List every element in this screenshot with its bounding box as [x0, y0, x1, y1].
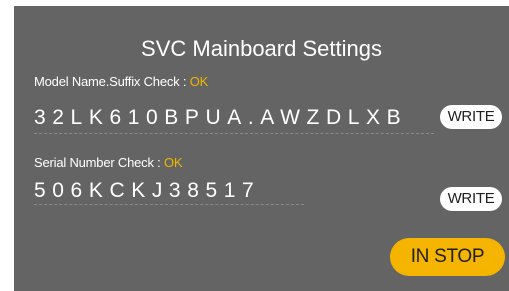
serial-write-button[interactable]: WRITE — [440, 187, 502, 211]
model-name-value: 32LK610BPUA.AWZDLXB — [34, 106, 408, 129]
dialog-title: SVC Mainboard Settings — [141, 36, 382, 61]
serial-number-check-label: Serial Number Check : — [34, 155, 164, 170]
model-write-button[interactable]: WRITE — [440, 105, 502, 129]
serial-number-underline — [34, 204, 304, 205]
model-name-status: OK — [189, 74, 209, 89]
model-name-underline — [34, 133, 434, 134]
serial-number-check-row: Serial Number Check : OK — [34, 155, 183, 170]
model-name-check-row: Model Name.Suffix Check : OK — [34, 74, 208, 89]
model-name-check-label: Model Name.Suffix Check : — [34, 74, 190, 89]
serial-number-value: 506KCKJ38517 — [34, 179, 261, 202]
serial-number-status: OK — [163, 155, 183, 170]
in-stop-button[interactable]: IN STOP — [390, 238, 505, 276]
svc-settings-dialog: SVC Mainboard Settings Model Name.Suffix… — [14, 6, 509, 291]
